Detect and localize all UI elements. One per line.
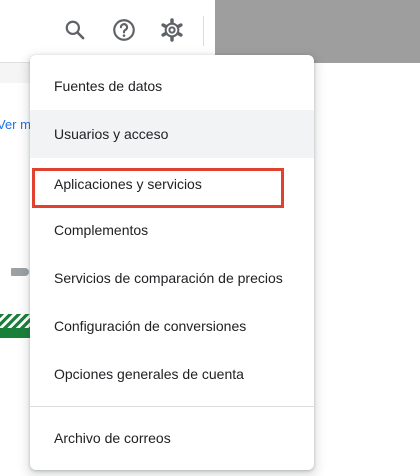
menu-item-conversion-settings[interactable]: Configuración de conversiones bbox=[30, 302, 314, 350]
menu-item-add-ons[interactable]: Complementos bbox=[30, 206, 314, 254]
redacted-region bbox=[215, 0, 420, 63]
menu-item-data-sources[interactable]: Fuentes de datos bbox=[30, 62, 314, 110]
background-link[interactable]: Ver m bbox=[0, 117, 31, 132]
menu-item-email-archive[interactable]: Archivo de correos bbox=[30, 414, 314, 462]
menu-item-users-and-access[interactable]: Usuarios y acceso bbox=[30, 110, 314, 158]
menu-item-apps-and-services[interactable]: Aplicaciones y servicios bbox=[30, 160, 314, 208]
help-icon[interactable] bbox=[111, 17, 137, 43]
settings-dropdown-menu: Fuentes de datos Usuarios y acceso Aplic… bbox=[30, 55, 314, 470]
gear-icon[interactable] bbox=[159, 17, 185, 43]
toolbar-divider bbox=[203, 16, 204, 46]
app-screen: Ver m Fuentes de datos Usuarios y acceso… bbox=[0, 0, 420, 476]
menu-divider bbox=[30, 406, 314, 407]
label-tag-icon bbox=[11, 268, 29, 276]
menu-item-account-settings[interactable]: Opciones generales de cuenta bbox=[30, 350, 314, 398]
top-toolbar bbox=[0, 0, 420, 63]
menu-item-price-comparison-services[interactable]: Servicios de comparación de precios bbox=[30, 254, 314, 302]
search-icon[interactable] bbox=[62, 17, 88, 43]
